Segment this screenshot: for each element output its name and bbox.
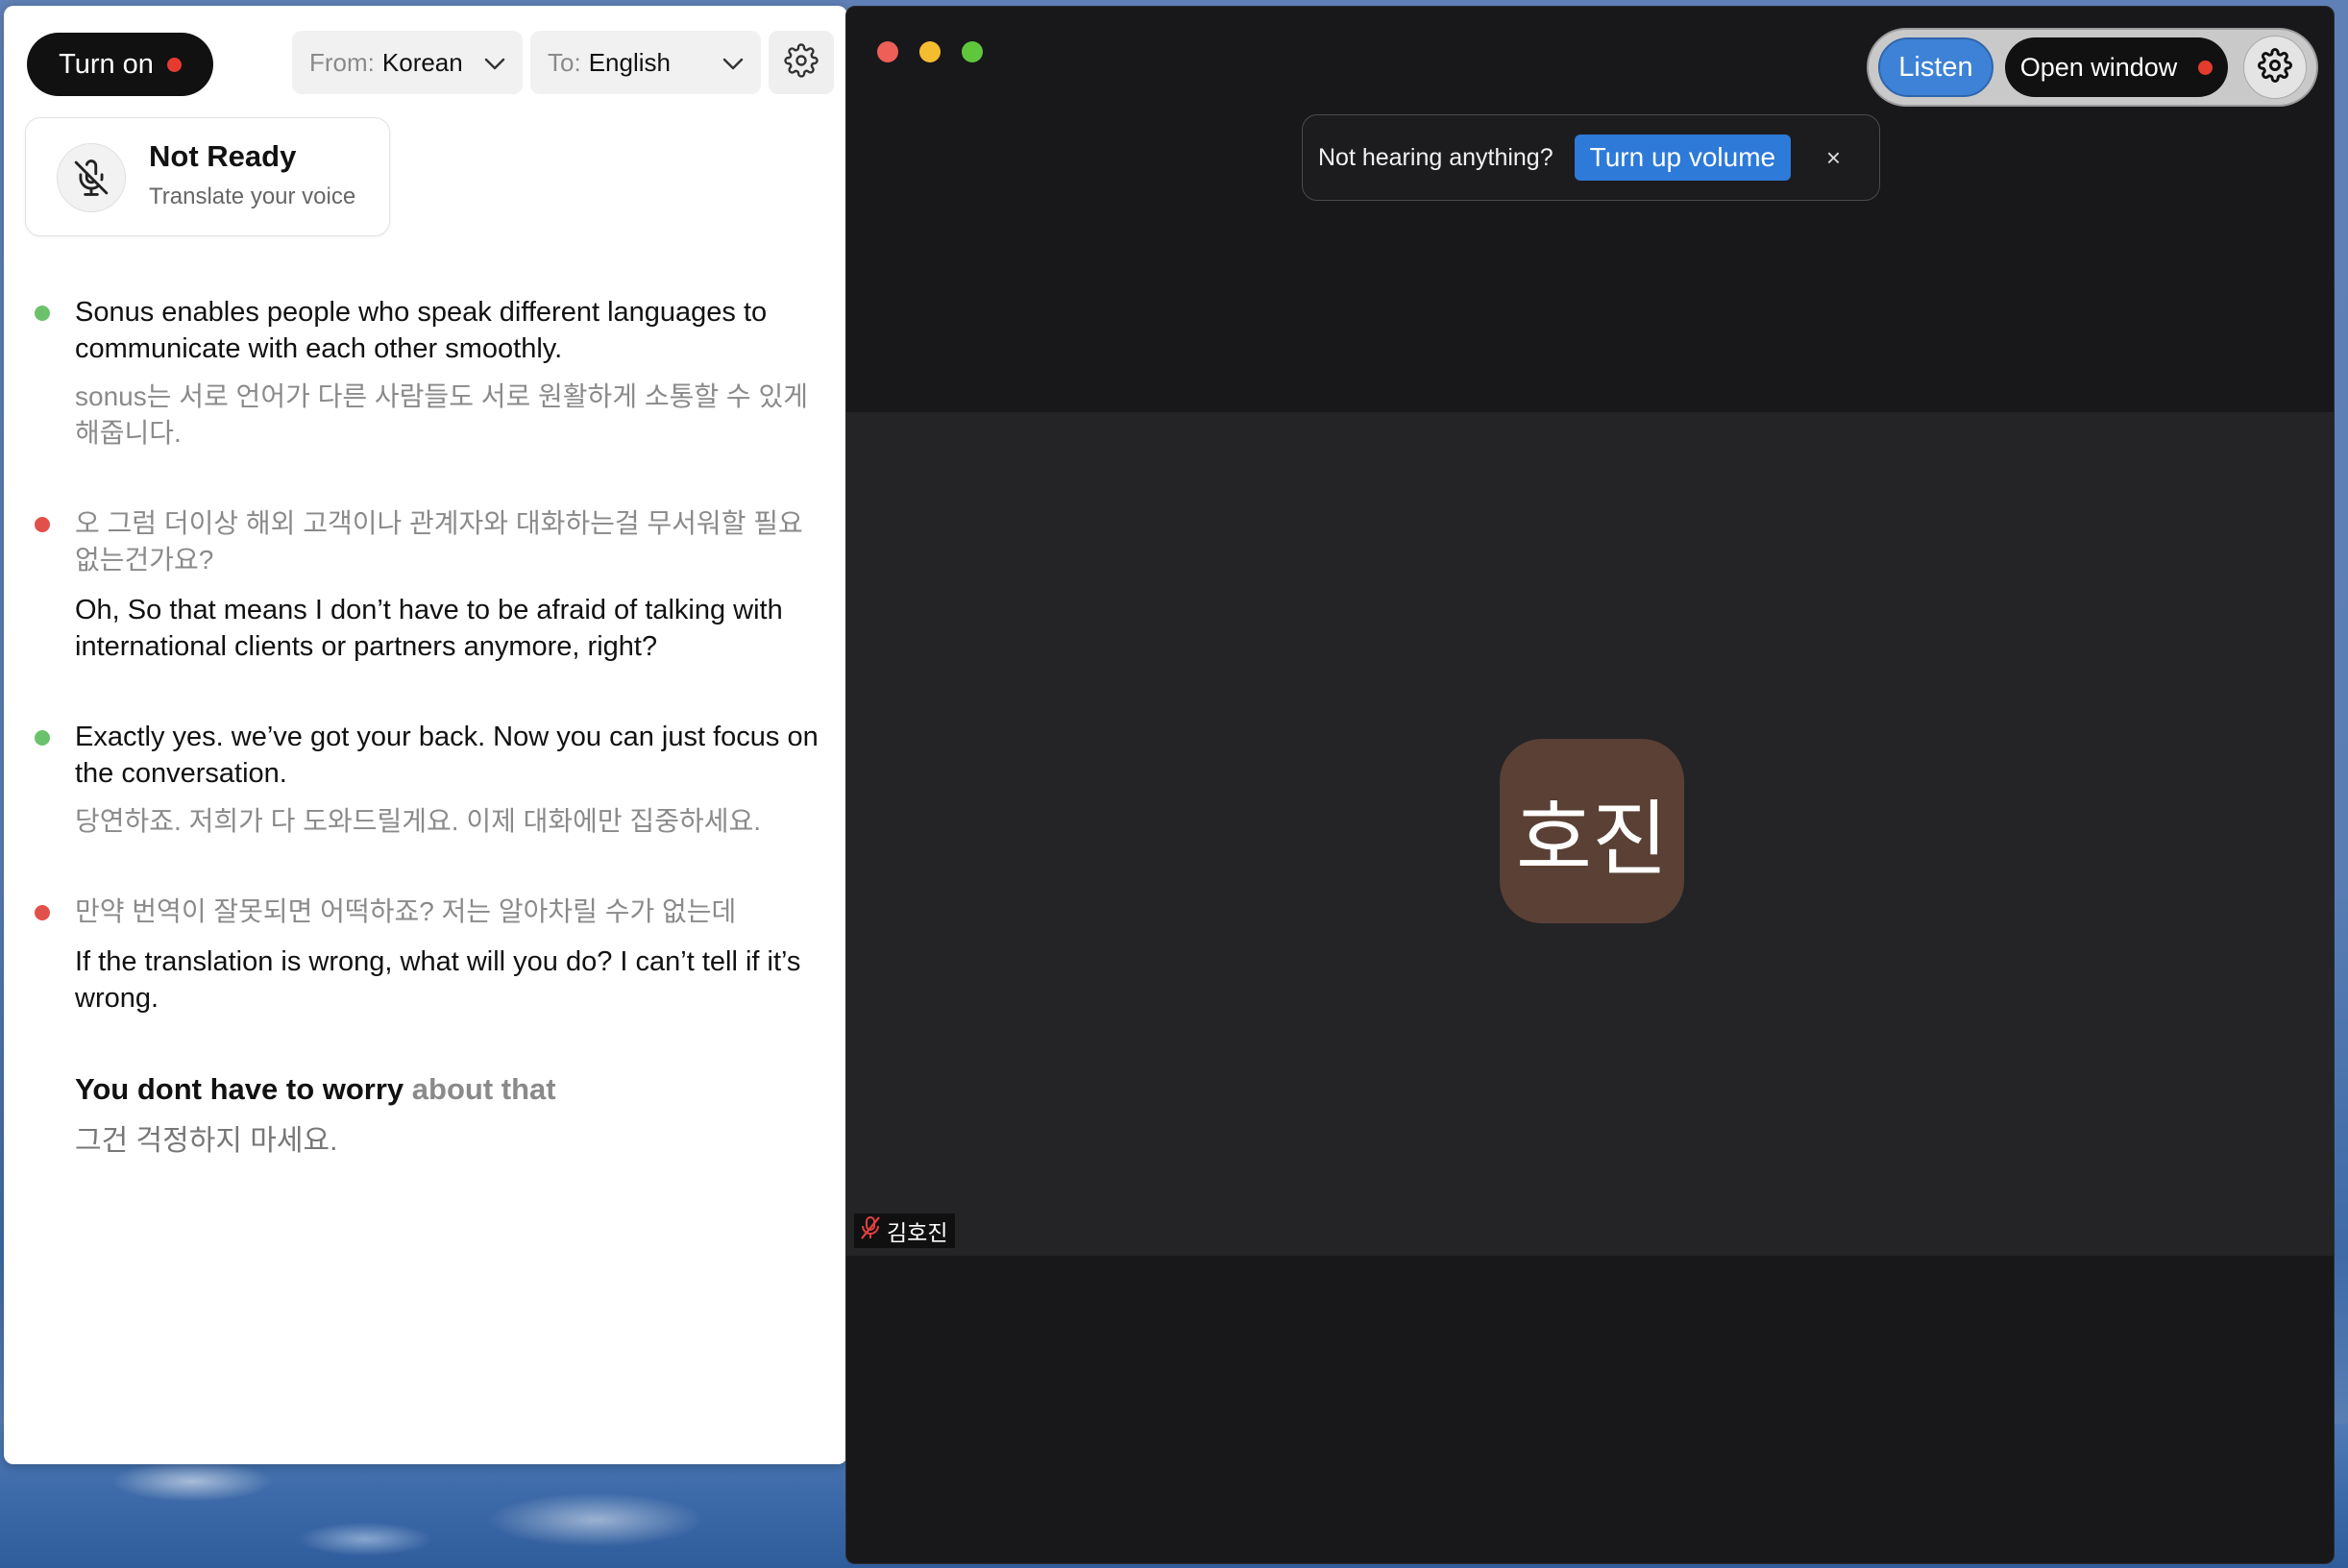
transcript-entry: Sonus enables people who speak different… [4, 294, 847, 452]
speaker-dot-icon [35, 517, 50, 532]
mic-muted-icon [860, 1215, 881, 1246]
window-maximize-button[interactable] [962, 41, 983, 62]
speaker-dot-icon [35, 905, 50, 920]
gear-icon [2258, 47, 2292, 87]
recording-dot-icon [166, 57, 182, 72]
avatar: 호진 [1500, 739, 1684, 923]
window-minimize-button[interactable] [919, 41, 941, 62]
participant-video-tile[interactable]: 호진 김호진 [846, 412, 2334, 1256]
mic-off-icon [57, 143, 126, 212]
status-card[interactable]: Not Ready Translate your voice [25, 117, 390, 236]
live-english-text: You dont have to worry about that [75, 1070, 824, 1109]
transcript-entry: Exactly yes. we’ve got your back. Now yo… [4, 719, 847, 840]
speaker-dot-icon [35, 306, 50, 321]
entry-english-text: Exactly yes. we’ve got your back. Now yo… [75, 722, 819, 789]
live-korean-text: 그건 걱정하지 마세요. [75, 1125, 338, 1157]
chevron-down-icon [722, 48, 744, 78]
meeting-window: Listen Open window Not hearing anything?… [845, 6, 2335, 1564]
recording-dot-icon [2198, 60, 2213, 75]
from-language-value: Korean [381, 47, 463, 77]
chevron-down-icon [484, 48, 505, 78]
transcript-list: Sonus enables people who speak different… [4, 294, 847, 1161]
to-prefix: To: [548, 47, 581, 77]
live-transcript: You dont have to worry about that 그건 걱정하… [4, 1070, 847, 1161]
entry-korean-text: sonus는 서로 언어가 다른 사람들도 서로 원활하게 소통할 수 있게 해… [75, 381, 808, 448]
speaker-dot-icon [35, 730, 50, 746]
participant-name-tag: 김호진 [854, 1213, 956, 1248]
entry-korean-text: 만약 번역이 잘못되면 어떡하죠? 저는 알아차릴 수가 없는데 [75, 896, 737, 926]
from-language-select[interactable]: From: Korean [292, 31, 523, 94]
status-subtitle: Translate your voice [149, 184, 356, 209]
from-prefix: From: [309, 47, 375, 77]
entry-english-text: Sonus enables people who speak different… [75, 297, 768, 364]
to-language-select[interactable]: To: English [530, 31, 761, 94]
volume-toast: Not hearing anything? Turn up volume × [1302, 114, 1880, 201]
controls-settings-button[interactable] [2243, 36, 2307, 99]
listen-button[interactable]: Listen [1878, 37, 1993, 97]
status-title: Not Ready [149, 139, 297, 173]
transcript-entry: 만약 번역이 잘못되면 어떡하죠? 저는 알아차릴 수가 없는데 If the … [4, 894, 847, 1017]
turn-on-button[interactable]: Turn on [27, 33, 213, 96]
participant-name: 김호진 [887, 1221, 948, 1246]
entry-english-text: Oh, So that means I don’t have to be afr… [75, 595, 783, 662]
transcript-entry: 오 그럼 더이상 해외 고객이나 관계자와 대화하는걸 무서워할 필요 없는건가… [4, 505, 847, 665]
translator-settings-button[interactable] [769, 31, 834, 94]
toast-message: Not hearing anything? [1318, 143, 1553, 171]
open-window-button[interactable]: Open window [2005, 37, 2228, 97]
gear-icon [784, 42, 819, 83]
translator-panel: Turn on From: Korean To: English Not Rea… [4, 6, 847, 1464]
turn-on-label: Turn on [59, 48, 154, 80]
entry-english-text: If the translation is wrong, what will y… [75, 946, 801, 1014]
close-icon[interactable]: × [1826, 143, 1841, 173]
to-language-value: English [588, 47, 671, 77]
turn-up-volume-button[interactable]: Turn up volume [1574, 135, 1792, 181]
window-close-button[interactable] [877, 41, 898, 62]
entry-korean-text: 당연하죠. 저희가 다 도와드릴게요. 이제 대화에만 집중하세요. [75, 806, 762, 836]
live-english-pending: about that [411, 1072, 556, 1106]
open-window-label: Open window [2019, 52, 2178, 82]
entry-korean-text: 오 그럼 더이상 해외 고객이나 관계자와 대화하는걸 무서워할 필요 없는건가… [75, 508, 803, 575]
floating-controls: Listen Open window [1867, 28, 2318, 107]
live-english-final: You dont have to worry [75, 1072, 404, 1106]
